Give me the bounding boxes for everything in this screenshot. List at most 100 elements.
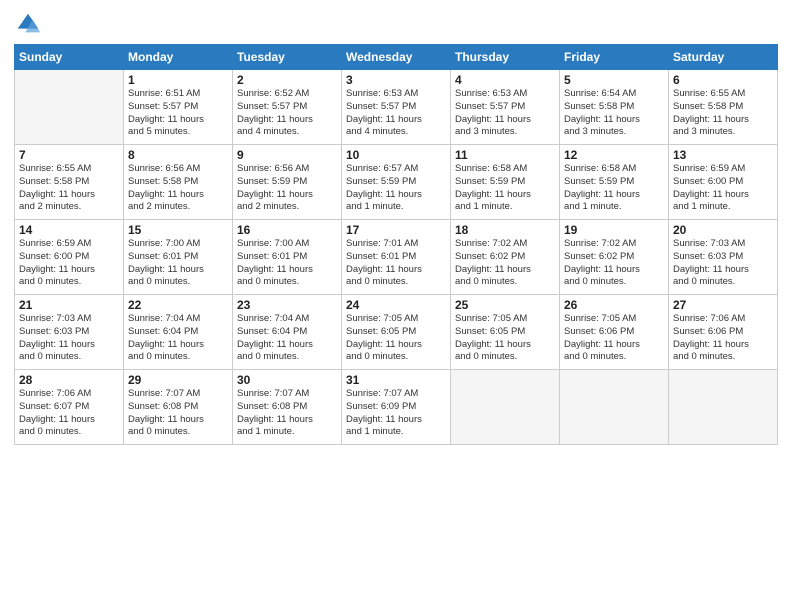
calendar-cell: 16Sunrise: 7:00 AMSunset: 6:01 PMDayligh… — [233, 220, 342, 295]
calendar-cell: 20Sunrise: 7:03 AMSunset: 6:03 PMDayligh… — [669, 220, 778, 295]
day-number: 26 — [564, 298, 664, 312]
calendar-week-row: 1Sunrise: 6:51 AMSunset: 5:57 PMDaylight… — [15, 70, 778, 145]
day-info: Sunrise: 6:58 AMSunset: 5:59 PMDaylight:… — [564, 163, 664, 214]
calendar-cell: 31Sunrise: 7:07 AMSunset: 6:09 PMDayligh… — [342, 370, 451, 445]
day-number: 31 — [346, 373, 446, 387]
calendar-cell: 2Sunrise: 6:52 AMSunset: 5:57 PMDaylight… — [233, 70, 342, 145]
day-number: 11 — [455, 148, 555, 162]
day-info: Sunrise: 6:55 AMSunset: 5:58 PMDaylight:… — [19, 163, 119, 214]
day-number: 30 — [237, 373, 337, 387]
calendar-cell: 15Sunrise: 7:00 AMSunset: 6:01 PMDayligh… — [124, 220, 233, 295]
day-info: Sunrise: 6:59 AMSunset: 6:00 PMDaylight:… — [19, 238, 119, 289]
day-info: Sunrise: 7:04 AMSunset: 6:04 PMDaylight:… — [128, 313, 228, 364]
day-number: 25 — [455, 298, 555, 312]
day-number: 13 — [673, 148, 773, 162]
day-number: 7 — [19, 148, 119, 162]
day-number: 4 — [455, 73, 555, 87]
day-info: Sunrise: 6:54 AMSunset: 5:58 PMDaylight:… — [564, 88, 664, 139]
day-info: Sunrise: 7:07 AMSunset: 6:08 PMDaylight:… — [237, 388, 337, 439]
calendar-cell: 29Sunrise: 7:07 AMSunset: 6:08 PMDayligh… — [124, 370, 233, 445]
page-container: SundayMondayTuesdayWednesdayThursdayFrid… — [0, 0, 792, 612]
calendar-header-row: SundayMondayTuesdayWednesdayThursdayFrid… — [15, 45, 778, 70]
calendar-cell: 12Sunrise: 6:58 AMSunset: 5:59 PMDayligh… — [560, 145, 669, 220]
calendar-cell: 9Sunrise: 6:56 AMSunset: 5:59 PMDaylight… — [233, 145, 342, 220]
calendar-cell: 21Sunrise: 7:03 AMSunset: 6:03 PMDayligh… — [15, 295, 124, 370]
day-number: 15 — [128, 223, 228, 237]
day-number: 27 — [673, 298, 773, 312]
calendar-cell: 30Sunrise: 7:07 AMSunset: 6:08 PMDayligh… — [233, 370, 342, 445]
calendar-cell: 4Sunrise: 6:53 AMSunset: 5:57 PMDaylight… — [451, 70, 560, 145]
day-info: Sunrise: 7:06 AMSunset: 6:06 PMDaylight:… — [673, 313, 773, 364]
calendar-cell: 24Sunrise: 7:05 AMSunset: 6:05 PMDayligh… — [342, 295, 451, 370]
day-number: 17 — [346, 223, 446, 237]
header — [14, 10, 778, 38]
day-info: Sunrise: 7:00 AMSunset: 6:01 PMDaylight:… — [237, 238, 337, 289]
logo-icon — [14, 10, 42, 38]
day-info: Sunrise: 7:06 AMSunset: 6:07 PMDaylight:… — [19, 388, 119, 439]
day-info: Sunrise: 6:56 AMSunset: 5:59 PMDaylight:… — [237, 163, 337, 214]
calendar-cell: 26Sunrise: 7:05 AMSunset: 6:06 PMDayligh… — [560, 295, 669, 370]
day-number: 24 — [346, 298, 446, 312]
day-number: 20 — [673, 223, 773, 237]
day-number: 16 — [237, 223, 337, 237]
calendar-day-header: Wednesday — [342, 45, 451, 70]
day-number: 10 — [346, 148, 446, 162]
calendar-cell: 1Sunrise: 6:51 AMSunset: 5:57 PMDaylight… — [124, 70, 233, 145]
calendar-cell: 6Sunrise: 6:55 AMSunset: 5:58 PMDaylight… — [669, 70, 778, 145]
day-number: 28 — [19, 373, 119, 387]
day-number: 1 — [128, 73, 228, 87]
calendar-day-header: Tuesday — [233, 45, 342, 70]
calendar-cell: 8Sunrise: 6:56 AMSunset: 5:58 PMDaylight… — [124, 145, 233, 220]
calendar-day-header: Sunday — [15, 45, 124, 70]
calendar-cell — [451, 370, 560, 445]
calendar-cell: 25Sunrise: 7:05 AMSunset: 6:05 PMDayligh… — [451, 295, 560, 370]
calendar-cell: 18Sunrise: 7:02 AMSunset: 6:02 PMDayligh… — [451, 220, 560, 295]
day-number: 9 — [237, 148, 337, 162]
calendar-cell: 23Sunrise: 7:04 AMSunset: 6:04 PMDayligh… — [233, 295, 342, 370]
calendar-week-row: 28Sunrise: 7:06 AMSunset: 6:07 PMDayligh… — [15, 370, 778, 445]
calendar-cell: 28Sunrise: 7:06 AMSunset: 6:07 PMDayligh… — [15, 370, 124, 445]
day-number: 8 — [128, 148, 228, 162]
day-info: Sunrise: 7:07 AMSunset: 6:08 PMDaylight:… — [128, 388, 228, 439]
calendar-cell: 11Sunrise: 6:58 AMSunset: 5:59 PMDayligh… — [451, 145, 560, 220]
day-info: Sunrise: 7:03 AMSunset: 6:03 PMDaylight:… — [19, 313, 119, 364]
calendar-body: 1Sunrise: 6:51 AMSunset: 5:57 PMDaylight… — [15, 70, 778, 445]
calendar-table: SundayMondayTuesdayWednesdayThursdayFrid… — [14, 44, 778, 445]
day-info: Sunrise: 7:05 AMSunset: 6:06 PMDaylight:… — [564, 313, 664, 364]
day-info: Sunrise: 6:53 AMSunset: 5:57 PMDaylight:… — [455, 88, 555, 139]
day-number: 14 — [19, 223, 119, 237]
day-info: Sunrise: 7:02 AMSunset: 6:02 PMDaylight:… — [564, 238, 664, 289]
day-info: Sunrise: 6:55 AMSunset: 5:58 PMDaylight:… — [673, 88, 773, 139]
day-number: 21 — [19, 298, 119, 312]
day-number: 3 — [346, 73, 446, 87]
day-info: Sunrise: 7:04 AMSunset: 6:04 PMDaylight:… — [237, 313, 337, 364]
calendar-cell — [15, 70, 124, 145]
calendar-cell: 14Sunrise: 6:59 AMSunset: 6:00 PMDayligh… — [15, 220, 124, 295]
calendar-cell: 5Sunrise: 6:54 AMSunset: 5:58 PMDaylight… — [560, 70, 669, 145]
calendar-cell: 13Sunrise: 6:59 AMSunset: 6:00 PMDayligh… — [669, 145, 778, 220]
calendar-day-header: Monday — [124, 45, 233, 70]
day-info: Sunrise: 7:00 AMSunset: 6:01 PMDaylight:… — [128, 238, 228, 289]
day-info: Sunrise: 6:59 AMSunset: 6:00 PMDaylight:… — [673, 163, 773, 214]
day-number: 19 — [564, 223, 664, 237]
calendar-cell: 7Sunrise: 6:55 AMSunset: 5:58 PMDaylight… — [15, 145, 124, 220]
day-info: Sunrise: 6:57 AMSunset: 5:59 PMDaylight:… — [346, 163, 446, 214]
calendar-cell: 3Sunrise: 6:53 AMSunset: 5:57 PMDaylight… — [342, 70, 451, 145]
calendar-cell: 27Sunrise: 7:06 AMSunset: 6:06 PMDayligh… — [669, 295, 778, 370]
day-info: Sunrise: 7:07 AMSunset: 6:09 PMDaylight:… — [346, 388, 446, 439]
day-info: Sunrise: 6:56 AMSunset: 5:58 PMDaylight:… — [128, 163, 228, 214]
day-number: 2 — [237, 73, 337, 87]
calendar-cell: 19Sunrise: 7:02 AMSunset: 6:02 PMDayligh… — [560, 220, 669, 295]
day-number: 29 — [128, 373, 228, 387]
calendar-day-header: Thursday — [451, 45, 560, 70]
calendar-week-row: 21Sunrise: 7:03 AMSunset: 6:03 PMDayligh… — [15, 295, 778, 370]
calendar-day-header: Saturday — [669, 45, 778, 70]
day-number: 5 — [564, 73, 664, 87]
calendar-day-header: Friday — [560, 45, 669, 70]
day-info: Sunrise: 7:02 AMSunset: 6:02 PMDaylight:… — [455, 238, 555, 289]
day-info: Sunrise: 6:52 AMSunset: 5:57 PMDaylight:… — [237, 88, 337, 139]
day-info: Sunrise: 7:03 AMSunset: 6:03 PMDaylight:… — [673, 238, 773, 289]
calendar-week-row: 14Sunrise: 6:59 AMSunset: 6:00 PMDayligh… — [15, 220, 778, 295]
day-info: Sunrise: 7:01 AMSunset: 6:01 PMDaylight:… — [346, 238, 446, 289]
day-info: Sunrise: 7:05 AMSunset: 6:05 PMDaylight:… — [346, 313, 446, 364]
